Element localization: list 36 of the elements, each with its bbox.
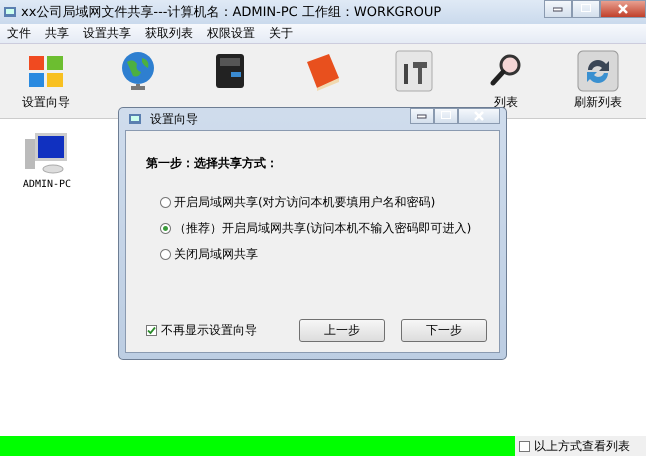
toolbar-button[interactable]: 刷新列表 (552, 44, 644, 118)
radio-button[interactable] (160, 249, 171, 260)
close-button[interactable] (600, 0, 646, 18)
next-button[interactable]: 下一步 (401, 319, 487, 342)
checkbox-label[interactable]: 以上方式查看列表 (534, 438, 630, 454)
minimize-button[interactable] (410, 108, 434, 124)
radio-label[interactable]: （推荐）开启局域网共享(访问本机不输入密码即可进入) (174, 220, 472, 237)
dialog-title: 设置向导 (150, 110, 199, 128)
minimize-button[interactable] (544, 0, 572, 18)
computer-name[interactable]: ADMIN-PC (22, 179, 72, 190)
menu-item[interactable]: 文件 (0, 25, 38, 42)
maximize-icon (581, 4, 591, 14)
toolbar-button[interactable]: 列表 (460, 44, 552, 118)
checkbox-label[interactable]: 不再显示设置向导 (161, 322, 257, 339)
step-heading: 第一步：选择共享方式： (146, 155, 279, 172)
menu-item[interactable]: 获取列表 (138, 25, 200, 42)
maximize-icon (441, 111, 451, 121)
menu-item[interactable]: 共享 (38, 25, 76, 42)
close-icon (474, 111, 484, 121)
close-button[interactable] (458, 108, 500, 124)
toolbar-button[interactable]: 设置向导 (0, 44, 92, 118)
menu-item[interactable]: 设置共享 (76, 25, 138, 42)
menu-item[interactable]: 关于 (262, 25, 300, 42)
menu-item[interactable]: 权限设置 (200, 25, 262, 42)
app-icon (3, 5, 17, 19)
radio-label[interactable]: 开启局域网共享(对方访问本机要填用户名和密码) (174, 194, 436, 211)
checkbox[interactable] (146, 325, 157, 336)
refresh-icon (575, 48, 621, 94)
app-icon (128, 112, 142, 126)
checkbox[interactable] (519, 440, 530, 452)
window-title: xx公司局域网文件共享---计算机名：ADMIN-PC 工作组：WORKGROUP (21, 4, 442, 21)
radio-button[interactable] (160, 223, 171, 234)
back-button[interactable]: 上一步 (299, 319, 385, 342)
radio-label[interactable]: 关闭局域网共享 (174, 246, 258, 263)
close-icon (618, 4, 628, 14)
radio-button[interactable] (160, 197, 171, 208)
